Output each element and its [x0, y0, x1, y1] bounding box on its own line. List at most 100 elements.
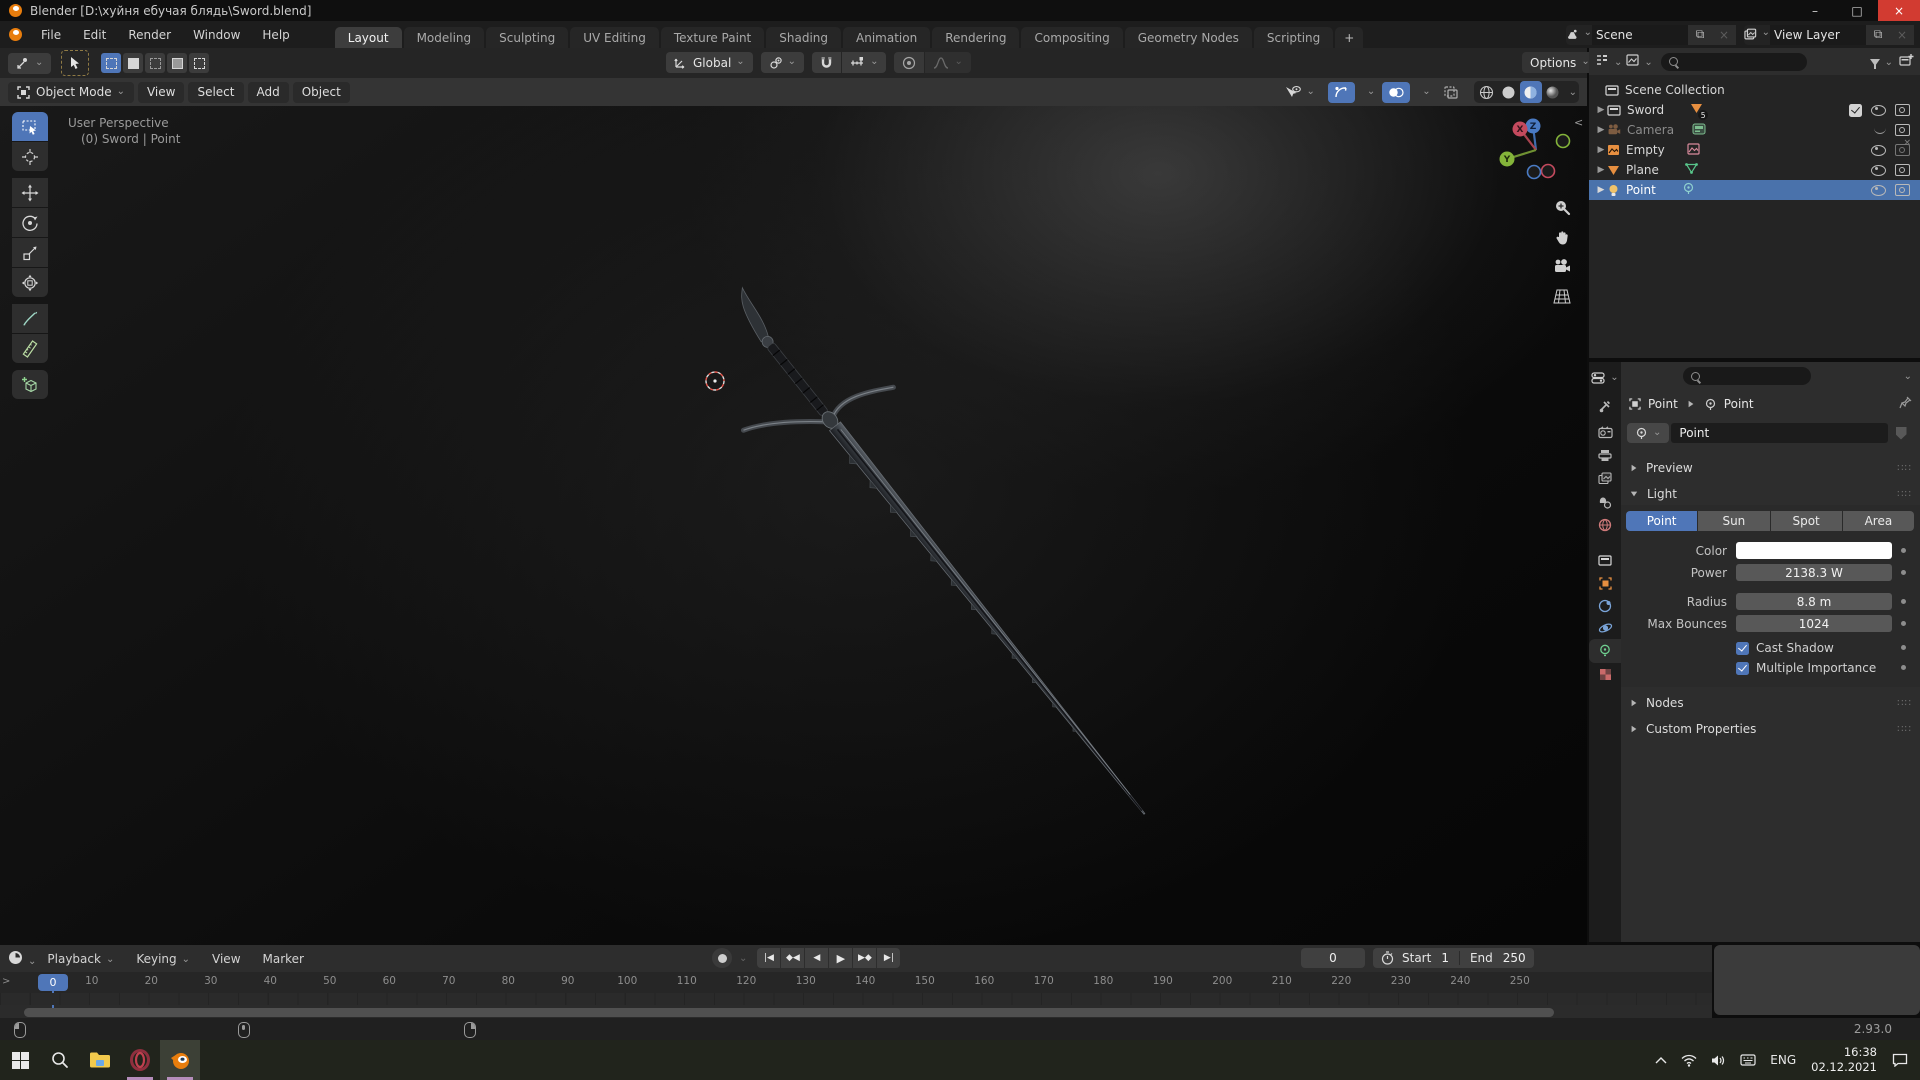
max-bounces-field[interactable]: 1024 [1736, 615, 1892, 632]
animate-dot[interactable] [1901, 665, 1906, 670]
next-keyframe-button[interactable]: ▶◆ [853, 948, 877, 968]
select-mode-subtract[interactable] [145, 53, 166, 73]
hidden-viewport-icon[interactable] [1874, 127, 1886, 134]
shading-dropdown[interactable] [1564, 85, 1577, 99]
shading-material-button[interactable] [1519, 81, 1542, 103]
transform-orientation-dropdown[interactable]: Global [666, 52, 753, 73]
shading-rendered-button[interactable] [1542, 81, 1564, 103]
disable-render-icon[interactable] [1895, 184, 1910, 196]
navigation-gizmo[interactable]: Z X Y [1498, 114, 1576, 184]
jump-to-end-button[interactable]: ▶| [877, 948, 901, 968]
light-type-point[interactable]: Point [1626, 511, 1699, 531]
scrollbar-thumb[interactable] [24, 1007, 1554, 1017]
workspace-tab[interactable]: Rendering [932, 27, 1020, 48]
panel-light[interactable]: Light ∷∷ [1621, 483, 1920, 505]
drag-handle-icon[interactable]: ∷∷ [1897, 724, 1912, 735]
keying-menu[interactable]: Keying [125, 952, 201, 966]
outliner-row-empty[interactable]: ▶ Empty [1589, 138, 1920, 160]
add-workspace-button[interactable]: + [1335, 27, 1364, 48]
tool-add-cube[interactable] [12, 370, 48, 399]
data-name-field[interactable]: Point [1671, 423, 1888, 443]
workspace-tab[interactable]: Animation [843, 27, 931, 48]
outliner-filter-icon[interactable] [1626, 54, 1652, 69]
menu-item[interactable]: Render [117, 28, 182, 42]
pan-view-icon[interactable] [1551, 226, 1573, 248]
keying-set-dropdown[interactable] [734, 951, 747, 965]
outliner-row-camera[interactable]: ▶ Camera [1589, 120, 1920, 140]
animate-dot[interactable] [1901, 599, 1906, 604]
tray-expand-icon[interactable] [1655, 1056, 1667, 1064]
tool-select-box[interactable] [12, 112, 48, 141]
menu-item[interactable]: Help [251, 28, 300, 42]
tool-move[interactable] [12, 178, 48, 207]
tab-constraints-icon[interactable] [1589, 594, 1621, 618]
render-disabled-icon[interactable] [1895, 138, 1911, 156]
drag-handle-icon[interactable]: ∷∷ [1897, 463, 1912, 474]
action-center-icon[interactable] [1892, 1053, 1908, 1067]
workspace-tab[interactable]: Compositing [1021, 27, 1123, 48]
panel-custom-properties[interactable]: Custom Properties ∷∷ [1621, 718, 1920, 740]
hide-viewport-icon[interactable] [1871, 164, 1886, 176]
maximize-button[interactable]: □ [1836, 0, 1878, 21]
viewport-menu-item[interactable]: Add [247, 81, 289, 103]
tab-layout[interactable]: Layout [334, 27, 402, 48]
view-menu[interactable]: View [201, 952, 251, 966]
tab-output-icon[interactable] [1589, 443, 1621, 467]
viewport-menu-item[interactable]: Select [188, 81, 244, 103]
select-mode-extend[interactable] [123, 53, 144, 73]
show-overlays-toggle[interactable] [1382, 81, 1411, 103]
start-value[interactable]: 1 [1441, 951, 1449, 965]
current-frame-field[interactable]: 0 [1301, 948, 1365, 968]
outliner-search-input[interactable] [1660, 52, 1807, 71]
auto-keying-record-icon[interactable] [712, 948, 732, 968]
tool-transform[interactable] [12, 268, 48, 297]
menu-item[interactable]: Edit [72, 28, 117, 42]
animate-dot[interactable] [1901, 548, 1906, 553]
shading-wireframe-button[interactable] [1476, 81, 1498, 103]
point-light-gizmo[interactable] [705, 371, 725, 391]
hide-viewport-icon[interactable] [1871, 104, 1886, 116]
current-frame-pill[interactable]: 0 [38, 974, 68, 991]
proportional-falloff-dropdown[interactable] [925, 52, 971, 73]
light-data-dropdown[interactable] [1627, 423, 1670, 443]
object-visibility-dropdown[interactable] [1276, 82, 1323, 103]
filter-funnel-icon[interactable] [1869, 55, 1893, 69]
xray-toggle[interactable] [1438, 82, 1464, 103]
tab-texture-icon[interactable] [1589, 662, 1621, 686]
light-type-option[interactable]: Sun [1698, 511, 1771, 531]
opera-gx-icon[interactable] [120, 1040, 160, 1080]
fake-user-shield-icon[interactable] [1888, 426, 1914, 440]
hide-viewport-icon[interactable] [1871, 184, 1886, 196]
select-mode-intersect[interactable] [189, 53, 210, 73]
hide-viewport-icon[interactable] [1871, 144, 1886, 156]
tab-light-data-icon[interactable] [1589, 639, 1621, 663]
tab-world-icon[interactable] [1589, 513, 1621, 537]
input-indicator-icon[interactable] [1740, 1054, 1756, 1066]
gizmo-dropdown[interactable] [1359, 82, 1378, 103]
delete-scene-icon[interactable]: × [1712, 24, 1736, 45]
menu-item[interactable]: Window [182, 28, 251, 42]
playback-menu[interactable]: Playback [36, 952, 125, 966]
color-swatch[interactable] [1736, 542, 1892, 559]
mode-selector[interactable]: Object Mode [8, 81, 134, 103]
browse-scene-icon[interactable] [1566, 28, 1592, 41]
minimize-button[interactable]: – [1794, 0, 1836, 21]
workspace-tab[interactable]: Geometry Nodes [1124, 27, 1252, 48]
panel-preview[interactable]: Preview ∷∷ [1621, 457, 1920, 479]
blender-menu-icon[interactable] [9, 28, 22, 41]
tab-scene-icon[interactable] [1589, 490, 1621, 514]
viewport-menu-item[interactable]: Object [292, 81, 350, 103]
viewport-canvas[interactable]: User Perspective (0) Sword | Point Z X Y… [0, 106, 1587, 945]
language-indicator[interactable]: ENG [1770, 1053, 1796, 1067]
collection-checkbox[interactable] [1849, 103, 1862, 117]
proportional-editing-toggle[interactable] [894, 52, 925, 73]
select-mode-difference[interactable] [167, 53, 188, 73]
outliner-display-mode-icon[interactable] [1595, 54, 1622, 69]
active-tool-selector[interactable] [8, 52, 52, 74]
timeline-editor-icon[interactable] [8, 950, 36, 968]
properties-display-options[interactable] [1899, 369, 1912, 383]
menu-item[interactable]: File [30, 28, 72, 42]
jump-to-start-button[interactable]: |◀ [757, 948, 781, 968]
drag-handle-icon[interactable]: ∷∷ [1897, 489, 1912, 500]
viewport-menu-item[interactable]: View [137, 81, 185, 103]
